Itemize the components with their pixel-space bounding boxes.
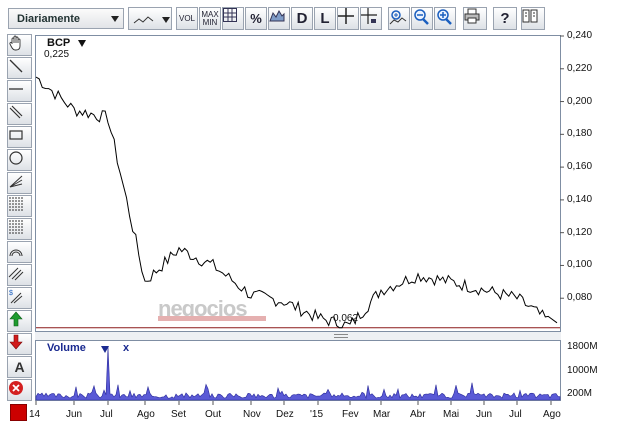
- x-tick-label: '15: [310, 409, 324, 420]
- x-tick-label: Nov: [243, 409, 261, 420]
- volume-dropdown-icon[interactable]: [101, 346, 109, 353]
- y-tick-label: 0,200: [567, 95, 593, 107]
- y-tick-label: 0,100: [567, 259, 593, 271]
- y-tick-label: 0,080: [567, 292, 593, 304]
- x-tick-label: Jun: [476, 409, 493, 420]
- x-tick-label: Jul: [509, 409, 522, 420]
- x-tick-label: Set: [171, 409, 187, 420]
- volume-title[interactable]: Volume: [47, 342, 86, 354]
- y-tick-label: 0,220: [567, 62, 593, 74]
- x-tick-label: Abr: [410, 409, 426, 420]
- x-tick-label: Mai: [443, 409, 460, 420]
- x-tick-label: 14: [29, 409, 41, 420]
- x-tick-label: Ago: [137, 409, 155, 420]
- x-tick-label: Fev: [342, 409, 359, 420]
- volume-close-button[interactable]: x: [123, 342, 129, 354]
- x-tick-label: Jul: [100, 409, 113, 420]
- chart-canvas: [35, 35, 564, 405]
- ticker-symbol[interactable]: BCP: [47, 37, 70, 49]
- x-tick-label: Dez: [276, 409, 294, 420]
- y-tick-label: 0,120: [567, 226, 593, 238]
- ticker-dropdown-icon[interactable]: [78, 40, 86, 47]
- min-value-label: 0,062: [333, 313, 359, 324]
- y-tick-label: 0,140: [567, 193, 593, 205]
- x-tick-label: Ago: [543, 409, 561, 420]
- volume-series-area: [35, 346, 561, 401]
- volume-tick-label: 200M: [567, 388, 593, 400]
- watermark-underline: [158, 316, 266, 321]
- y-tick-label: 0,160: [567, 161, 593, 173]
- y-tick-label: 0,180: [567, 128, 593, 140]
- x-tick-label: Mar: [373, 409, 391, 420]
- y-tick-label: 0,240: [567, 30, 593, 41]
- x-tick-label: Out: [205, 409, 222, 420]
- x-tick-label: Jun: [66, 409, 83, 420]
- price-series-line: [35, 76, 558, 329]
- volume-tick-label: 1800M: [567, 340, 598, 352]
- max-value-label: 0,225: [44, 49, 70, 60]
- volume-tick-label: 1000M: [567, 364, 598, 376]
